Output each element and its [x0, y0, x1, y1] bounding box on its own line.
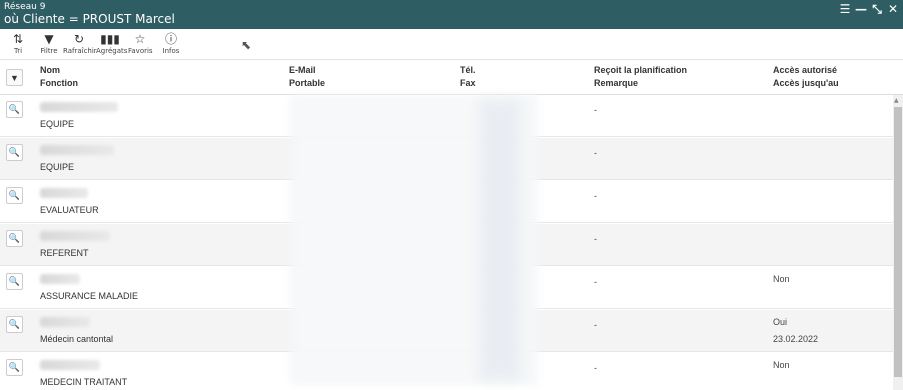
chart-icon: ▮▮▮	[100, 32, 120, 46]
header-remarque: Remarque	[594, 78, 639, 88]
refresh-icon: ↻	[73, 32, 85, 46]
redacted-name	[40, 274, 80, 284]
mouse-cursor-icon: ⬉	[241, 38, 252, 52]
scroll-up-icon[interactable]: ▲	[894, 97, 899, 104]
row-fonction: REFERENT	[40, 248, 89, 258]
scrollbar-thumb[interactable]	[894, 107, 902, 377]
row-fonction: MEDECIN TRAITANT	[40, 377, 128, 387]
window-controls: ☰ — ⤡ ✕	[839, 2, 899, 17]
redacted-name	[40, 145, 114, 155]
redacted-name	[40, 102, 118, 112]
row-planif: -	[594, 277, 597, 287]
row-acces: Non	[773, 360, 790, 370]
header-acces-autorise: Accès autorisé	[773, 65, 838, 75]
row-planif: -	[594, 191, 597, 201]
info-icon: ⓘ	[164, 32, 177, 46]
row-planif: -	[594, 234, 597, 244]
favorites-button[interactable]: ☆ Favoris	[128, 31, 153, 55]
sort-label: Tri	[13, 47, 23, 55]
filter-icon: ▼	[10, 72, 19, 83]
restore-icon[interactable]: ⤡	[871, 2, 883, 16]
search-icon[interactable]: 🔍	[6, 273, 23, 290]
row-fonction: EQUIPE	[40, 119, 75, 129]
row-planif: -	[594, 320, 597, 330]
search-icon[interactable]: 🔍	[6, 187, 23, 204]
redacted-name	[40, 231, 110, 241]
row-fonction: Médecin cantontal	[40, 334, 114, 344]
redacted-name	[40, 188, 88, 198]
header-email-portable[interactable]: E-Mail Portable	[289, 64, 325, 90]
filter-button[interactable]: ▼ Filtre	[38, 31, 60, 55]
star-icon: ☆	[134, 32, 146, 46]
search-icon[interactable]: 🔍	[6, 316, 23, 333]
table-header: ▼ Nom Fonction E-Mail Portable Tél. Fax …	[0, 60, 903, 95]
header-tel: Tél.	[460, 65, 476, 75]
column-filter-button[interactable]: ▼	[6, 69, 23, 86]
filter-label: Filtre	[40, 47, 58, 55]
header-acces[interactable]: Accès autorisé Accès jusqu'au	[773, 64, 839, 90]
header-tel-fax[interactable]: Tél. Fax	[460, 64, 476, 90]
header-nom-fonction[interactable]: Nom Fonction	[40, 64, 78, 90]
row-planif: -	[594, 363, 597, 373]
redacted-name	[40, 360, 100, 370]
header-planif-remarque[interactable]: Reçoit la planification Remarque	[594, 64, 687, 90]
row-planif: -	[594, 148, 597, 158]
list-icon[interactable]: ☰	[839, 2, 851, 16]
sort-icon: ⇅	[12, 32, 24, 46]
refresh-button[interactable]: ↻ Rafraîchir	[63, 31, 97, 55]
row-fonction: ASSURANCE MALADIE	[40, 291, 139, 301]
search-icon[interactable]: 🔍	[6, 359, 23, 376]
header-nom: Nom	[40, 65, 60, 75]
info-label: Infos	[162, 47, 180, 55]
redacted-phone-region	[480, 100, 520, 380]
row-planif: -	[594, 105, 597, 115]
minimize-icon[interactable]: —	[855, 2, 867, 16]
window-titlebar: Réseau 9 où Cliente = PROUST Marcel ☰ — …	[0, 0, 903, 29]
row-acces: Oui	[773, 317, 788, 327]
aggregates-label: Agrégats	[96, 47, 128, 55]
window-title: où Cliente = PROUST Marcel	[4, 12, 175, 26]
search-icon[interactable]: 🔍	[6, 144, 23, 161]
search-icon[interactable]: 🔍	[6, 101, 23, 118]
info-button[interactable]: ⓘ Infos	[161, 31, 181, 55]
close-icon[interactable]: ✕	[887, 2, 899, 16]
redacted-name	[40, 317, 90, 327]
row-fonction: EQUIPE	[40, 162, 75, 172]
favorites-label: Favoris	[128, 47, 153, 55]
header-portable: Portable	[289, 78, 326, 88]
row-acces-jusqu: 23.02.2022	[773, 334, 819, 344]
row-acces: Non	[773, 274, 790, 284]
sort-button[interactable]: ⇅ Tri	[8, 31, 28, 55]
header-planif: Reçoit la planification	[594, 65, 688, 75]
header-email: E-Mail	[289, 65, 316, 75]
row-fonction: EVALUATEUR	[40, 205, 99, 215]
filter-icon: ▼	[44, 32, 54, 46]
vertical-scrollbar[interactable]: ▲	[893, 95, 903, 390]
network-label: Réseau 9	[4, 2, 46, 12]
search-icon[interactable]: 🔍	[6, 230, 23, 247]
header-fax: Fax	[460, 78, 476, 88]
toolbar: ⇅ Tri ▼ Filtre ↻ Rafraîchir ▮▮▮ Agrégats…	[0, 29, 903, 60]
aggregates-button[interactable]: ▮▮▮ Agrégats	[96, 31, 128, 55]
header-fonction: Fonction	[40, 78, 78, 88]
header-acces-jusqu: Accès jusqu'au	[773, 78, 839, 88]
refresh-label: Rafraîchir	[63, 47, 97, 55]
